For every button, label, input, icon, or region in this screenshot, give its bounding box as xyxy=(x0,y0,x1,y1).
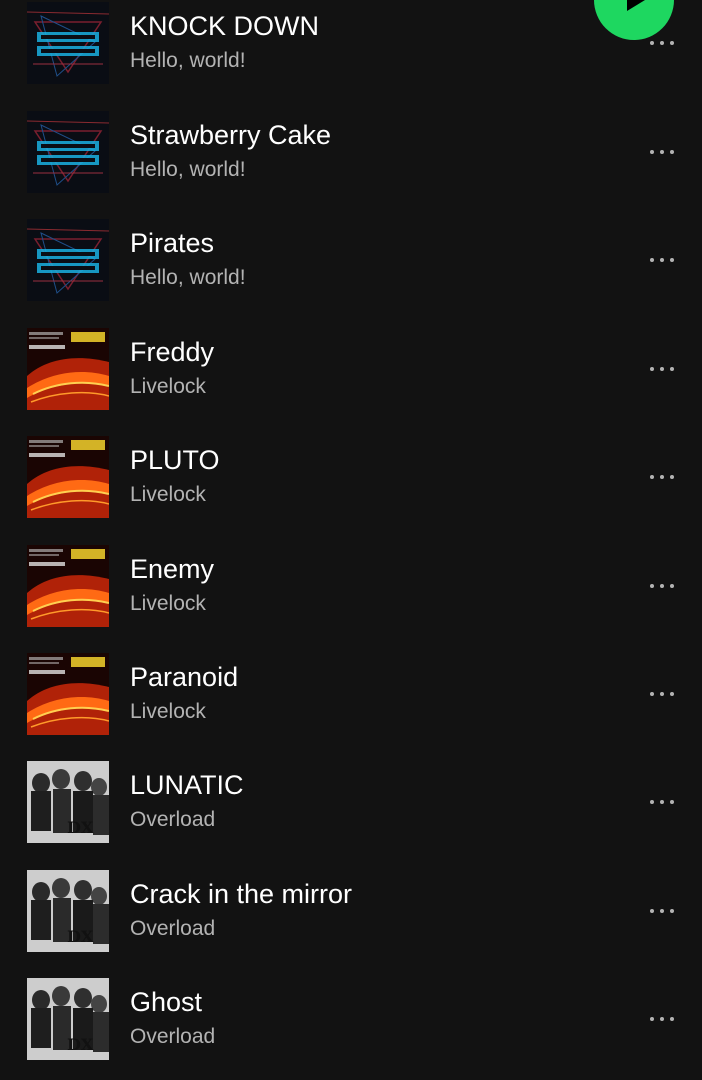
album-art: DX xyxy=(27,761,109,843)
track-album: Overload xyxy=(130,808,216,831)
more-options-icon[interactable] xyxy=(640,682,684,706)
overload-cover-art: DX xyxy=(27,978,109,1060)
album-art xyxy=(27,328,109,410)
track-title: Pirates xyxy=(130,228,215,258)
track-title: Enemy xyxy=(130,554,215,584)
album-art xyxy=(27,653,109,735)
track-album: Hello, world! xyxy=(130,49,246,72)
more-options-icon[interactable] xyxy=(640,1007,684,1031)
track-row[interactable]: DX LUNATIC Overload xyxy=(0,760,702,868)
album-art xyxy=(27,111,109,193)
svg-text:DX: DX xyxy=(67,818,94,837)
album-art: DX xyxy=(27,978,109,1060)
track-title: KNOCK DOWN xyxy=(130,11,319,41)
overload-cover-art: DX xyxy=(27,870,109,952)
album-art: DX xyxy=(27,870,109,952)
track-title: Paranoid xyxy=(130,662,239,692)
svg-text:DX: DX xyxy=(67,1035,94,1054)
more-options-icon[interactable] xyxy=(640,790,684,814)
album-art xyxy=(27,545,109,627)
track-title: PLUTO xyxy=(130,445,220,475)
play-icon xyxy=(627,0,645,11)
more-options-icon[interactable] xyxy=(640,465,684,489)
track-album: Livelock xyxy=(130,592,206,615)
more-options-icon[interactable] xyxy=(640,140,684,164)
svg-text:DX: DX xyxy=(67,927,94,946)
track-row[interactable]: DX Crack in the mirror Overload xyxy=(0,869,702,977)
track-album: Livelock xyxy=(130,700,206,723)
track-album: Hello, world! xyxy=(130,158,246,181)
more-options-icon[interactable] xyxy=(640,357,684,381)
hello-world-cover-art xyxy=(27,111,109,193)
overload-cover-art: DX xyxy=(27,761,109,843)
track-row[interactable]: DX Ghost Overload xyxy=(0,977,702,1080)
track-row[interactable]: Strawberry Cake Hello, world! xyxy=(0,110,702,218)
livelock-cover-art xyxy=(27,436,109,518)
track-title: Crack in the mirror xyxy=(130,879,353,909)
more-options-icon[interactable] xyxy=(640,248,684,272)
track-row[interactable]: Paranoid Livelock xyxy=(0,652,702,760)
more-options-icon[interactable] xyxy=(640,899,684,923)
album-art xyxy=(27,2,109,84)
track-title: Freddy xyxy=(130,337,215,367)
track-album: Overload xyxy=(130,1025,216,1048)
more-options-icon[interactable] xyxy=(640,574,684,598)
album-art xyxy=(27,436,109,518)
track-title: Ghost xyxy=(130,987,203,1017)
livelock-cover-art xyxy=(27,653,109,735)
track-row[interactable]: Enemy Livelock xyxy=(0,544,702,652)
livelock-cover-art xyxy=(27,545,109,627)
track-album: Hello, world! xyxy=(130,266,246,289)
track-title: LUNATIC xyxy=(130,770,244,800)
album-art xyxy=(27,219,109,301)
track-title: Strawberry Cake xyxy=(130,120,332,150)
track-row[interactable]: PLUTO Livelock xyxy=(0,435,702,543)
track-album: Overload xyxy=(130,917,216,940)
track-list: KNOCK DOWN Hello, world! Strawberry Cake… xyxy=(0,0,702,1080)
hello-world-cover-art xyxy=(27,2,109,84)
livelock-cover-art xyxy=(27,328,109,410)
track-row[interactable]: KNOCK DOWN Hello, world! xyxy=(0,1,702,109)
track-album: Livelock xyxy=(130,483,206,506)
hello-world-cover-art xyxy=(27,219,109,301)
track-row[interactable]: Freddy Livelock xyxy=(0,327,702,435)
track-album: Livelock xyxy=(130,375,206,398)
track-row[interactable]: Pirates Hello, world! xyxy=(0,218,702,326)
